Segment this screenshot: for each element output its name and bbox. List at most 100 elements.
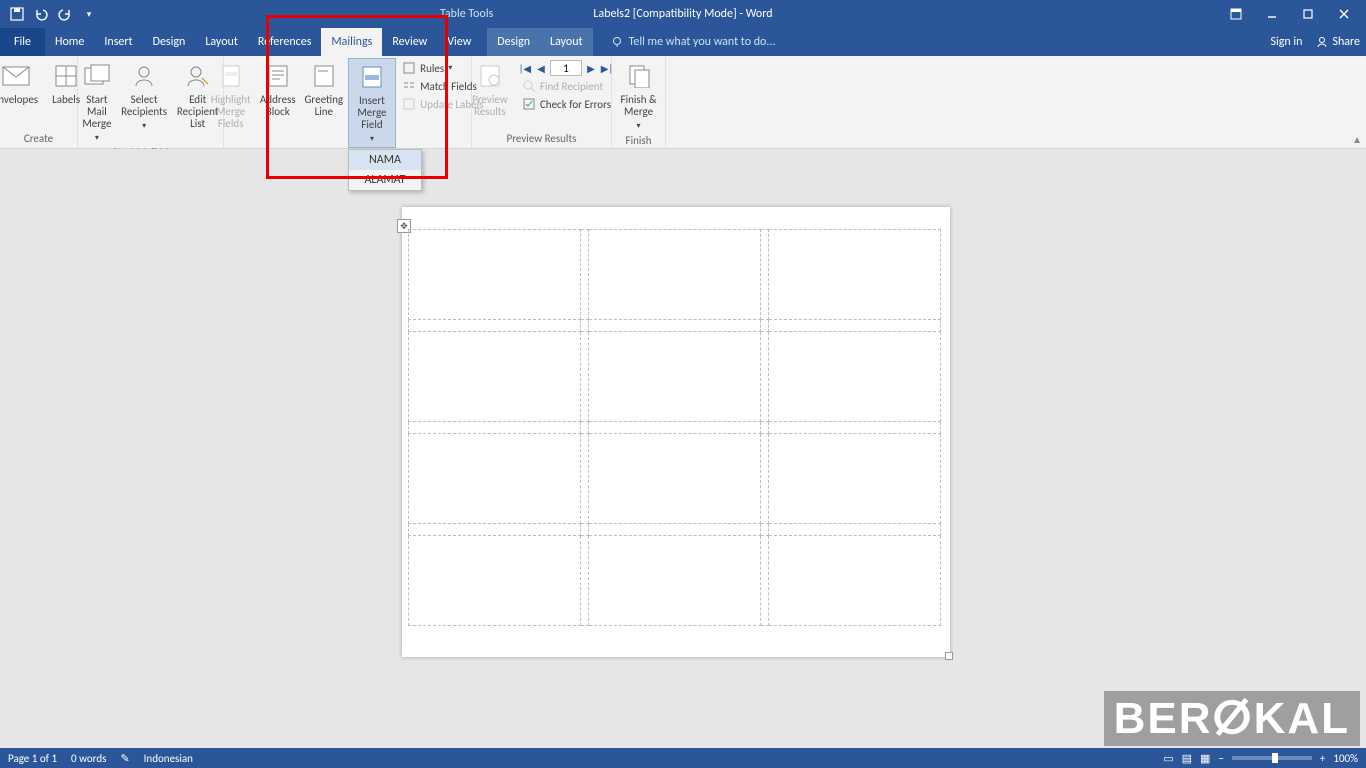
status-spellcheck-icon[interactable]: ✎ (120, 752, 129, 765)
ribbon: Envelopes Labels Create Start Mail Merge… (0, 56, 1366, 149)
label-cell[interactable] (769, 536, 941, 626)
tab-mailings[interactable]: Mailings (321, 28, 382, 56)
merge-field-option-alamat[interactable]: ALAMAT (349, 170, 421, 190)
label-cell[interactable] (769, 230, 941, 320)
ribbon-display-options-icon[interactable] (1218, 0, 1254, 28)
status-bar: Page 1 of 1 0 words ✎ Indonesian ▭ ▤ ▦ −… (0, 748, 1366, 768)
label-cell[interactable] (769, 434, 941, 524)
contextual-tabs: Design Layout (487, 28, 592, 56)
address-block-icon (262, 60, 294, 92)
label-cell[interactable] (409, 536, 581, 626)
highlight-merge-fields-button[interactable]: Highlight Merge Fields (208, 58, 254, 132)
next-record-button[interactable]: ▶ (584, 61, 598, 75)
prev-record-button[interactable]: ◀ (534, 61, 548, 75)
group-start-mail-merge: Start Mail Merge ▾ Select Recipients ▾ E… (78, 56, 224, 148)
label-cell[interactable] (589, 332, 761, 422)
label-cell[interactable] (589, 230, 761, 320)
record-navigation: |◀ ◀ ▶ ▶| (518, 60, 615, 76)
bulb-icon (611, 36, 623, 48)
finish-merge-button[interactable]: Finish & Merge ▾ (617, 58, 661, 134)
greeting-line-button[interactable]: Greeting Line (302, 58, 346, 120)
label-cell[interactable] (589, 434, 761, 524)
address-block-button[interactable]: Address Block (256, 58, 300, 120)
greeting-icon (308, 60, 340, 92)
group-label-finish: Finish (616, 134, 661, 148)
page: ✥ (402, 207, 950, 657)
minimize-button[interactable] (1254, 0, 1290, 28)
view-web-layout-icon[interactable]: ▦ (1200, 752, 1210, 765)
table-resize-handle-icon[interactable] (945, 652, 953, 660)
insert-merge-field-button[interactable]: Insert Merge Field ▾ (348, 58, 396, 148)
preview-icon (474, 60, 506, 92)
watermark-logo: BERⵁKAL (1104, 691, 1360, 746)
group-preview-results: Preview Results |◀ ◀ ▶ ▶| Find Recipient… (472, 56, 612, 148)
close-button[interactable] (1326, 0, 1362, 28)
title-bar: ▾ Table Tools Labels2 [Compatibility Mod… (0, 0, 1366, 28)
label-cell[interactable] (409, 434, 581, 524)
contextual-tab-label: Table Tools (440, 0, 493, 28)
group-write-insert: Highlight Merge Fields Address Block Gre… (224, 56, 472, 148)
collapse-ribbon-icon[interactable]: ▲ (1352, 133, 1362, 146)
document-canvas[interactable]: ✥ (0, 149, 1366, 748)
check-errors-button[interactable]: Check for Errors (518, 96, 615, 112)
status-language[interactable]: Indonesian (144, 752, 193, 765)
share-icon (1316, 36, 1328, 48)
save-icon[interactable] (10, 7, 24, 21)
zoom-level[interactable]: 100% (1333, 752, 1358, 765)
document-title: Labels2 [Compatibility Mode] - Word (593, 7, 772, 21)
tab-review[interactable]: Review (382, 28, 437, 56)
sign-in-link[interactable]: Sign in (1270, 35, 1302, 49)
tab-view[interactable]: View (437, 28, 481, 56)
find-recipient-button[interactable]: Find Recipient (518, 78, 615, 94)
insert-merge-field-dropdown: NAMA ALAMAT (348, 149, 422, 191)
tab-layout[interactable]: Layout (195, 28, 248, 56)
undo-icon[interactable] (34, 7, 48, 21)
tab-table-design[interactable]: Design (487, 28, 540, 56)
start-mail-merge-button[interactable]: Start Mail Merge ▾ (75, 58, 119, 146)
share-button[interactable]: Share (1316, 35, 1360, 49)
tab-insert[interactable]: Insert (94, 28, 142, 56)
tell-me-search[interactable]: Tell me what you want to do... (611, 28, 776, 56)
update-labels-icon (402, 97, 416, 111)
status-page[interactable]: Page 1 of 1 (8, 752, 57, 765)
redo-icon[interactable] (58, 7, 72, 21)
qat-customize-icon[interactable]: ▾ (82, 7, 96, 21)
first-record-button[interactable]: |◀ (518, 61, 532, 75)
group-create: Envelopes Labels Create (0, 56, 78, 148)
tab-references[interactable]: References (248, 28, 322, 56)
status-words[interactable]: 0 words (71, 752, 106, 765)
select-recipients-button[interactable]: Select Recipients ▾ (121, 58, 167, 134)
envelope-icon (0, 60, 32, 92)
group-label-preview: Preview Results (476, 132, 607, 148)
view-read-mode-icon[interactable]: ▭ (1163, 752, 1173, 765)
envelopes-button[interactable]: Envelopes (0, 58, 42, 108)
zoom-in-button[interactable]: + (1320, 752, 1325, 765)
view-print-layout-icon[interactable]: ▤ (1182, 752, 1192, 765)
quick-access-toolbar: ▾ (0, 7, 96, 21)
check-icon (522, 97, 536, 111)
tell-me-placeholder: Tell me what you want to do... (629, 35, 776, 49)
match-fields-icon (402, 79, 416, 93)
label-table[interactable] (408, 229, 941, 626)
tab-file[interactable]: File (0, 28, 45, 56)
recipients-icon (128, 60, 160, 92)
record-number-input[interactable] (550, 60, 582, 76)
merge-field-option-nama[interactable]: NAMA (349, 150, 421, 170)
zoom-out-button[interactable]: − (1218, 752, 1223, 765)
tab-table-layout[interactable]: Layout (540, 28, 593, 56)
rules-icon (402, 61, 416, 75)
maximize-button[interactable] (1290, 0, 1326, 28)
preview-results-button[interactable]: Preview Results (468, 58, 512, 120)
group-finish: Finish & Merge ▾ Finish (612, 56, 666, 148)
label-cell[interactable] (409, 230, 581, 320)
tab-home[interactable]: Home (45, 28, 94, 56)
finish-icon (623, 60, 655, 92)
ribbon-tabs: File Home Insert Design Layout Reference… (0, 28, 1366, 56)
label-cell[interactable] (769, 332, 941, 422)
zoom-slider[interactable] (1232, 756, 1312, 760)
label-cell[interactable] (589, 536, 761, 626)
mail-merge-icon (81, 60, 113, 92)
tab-design[interactable]: Design (143, 28, 196, 56)
label-cell[interactable] (409, 332, 581, 422)
find-icon (522, 79, 536, 93)
